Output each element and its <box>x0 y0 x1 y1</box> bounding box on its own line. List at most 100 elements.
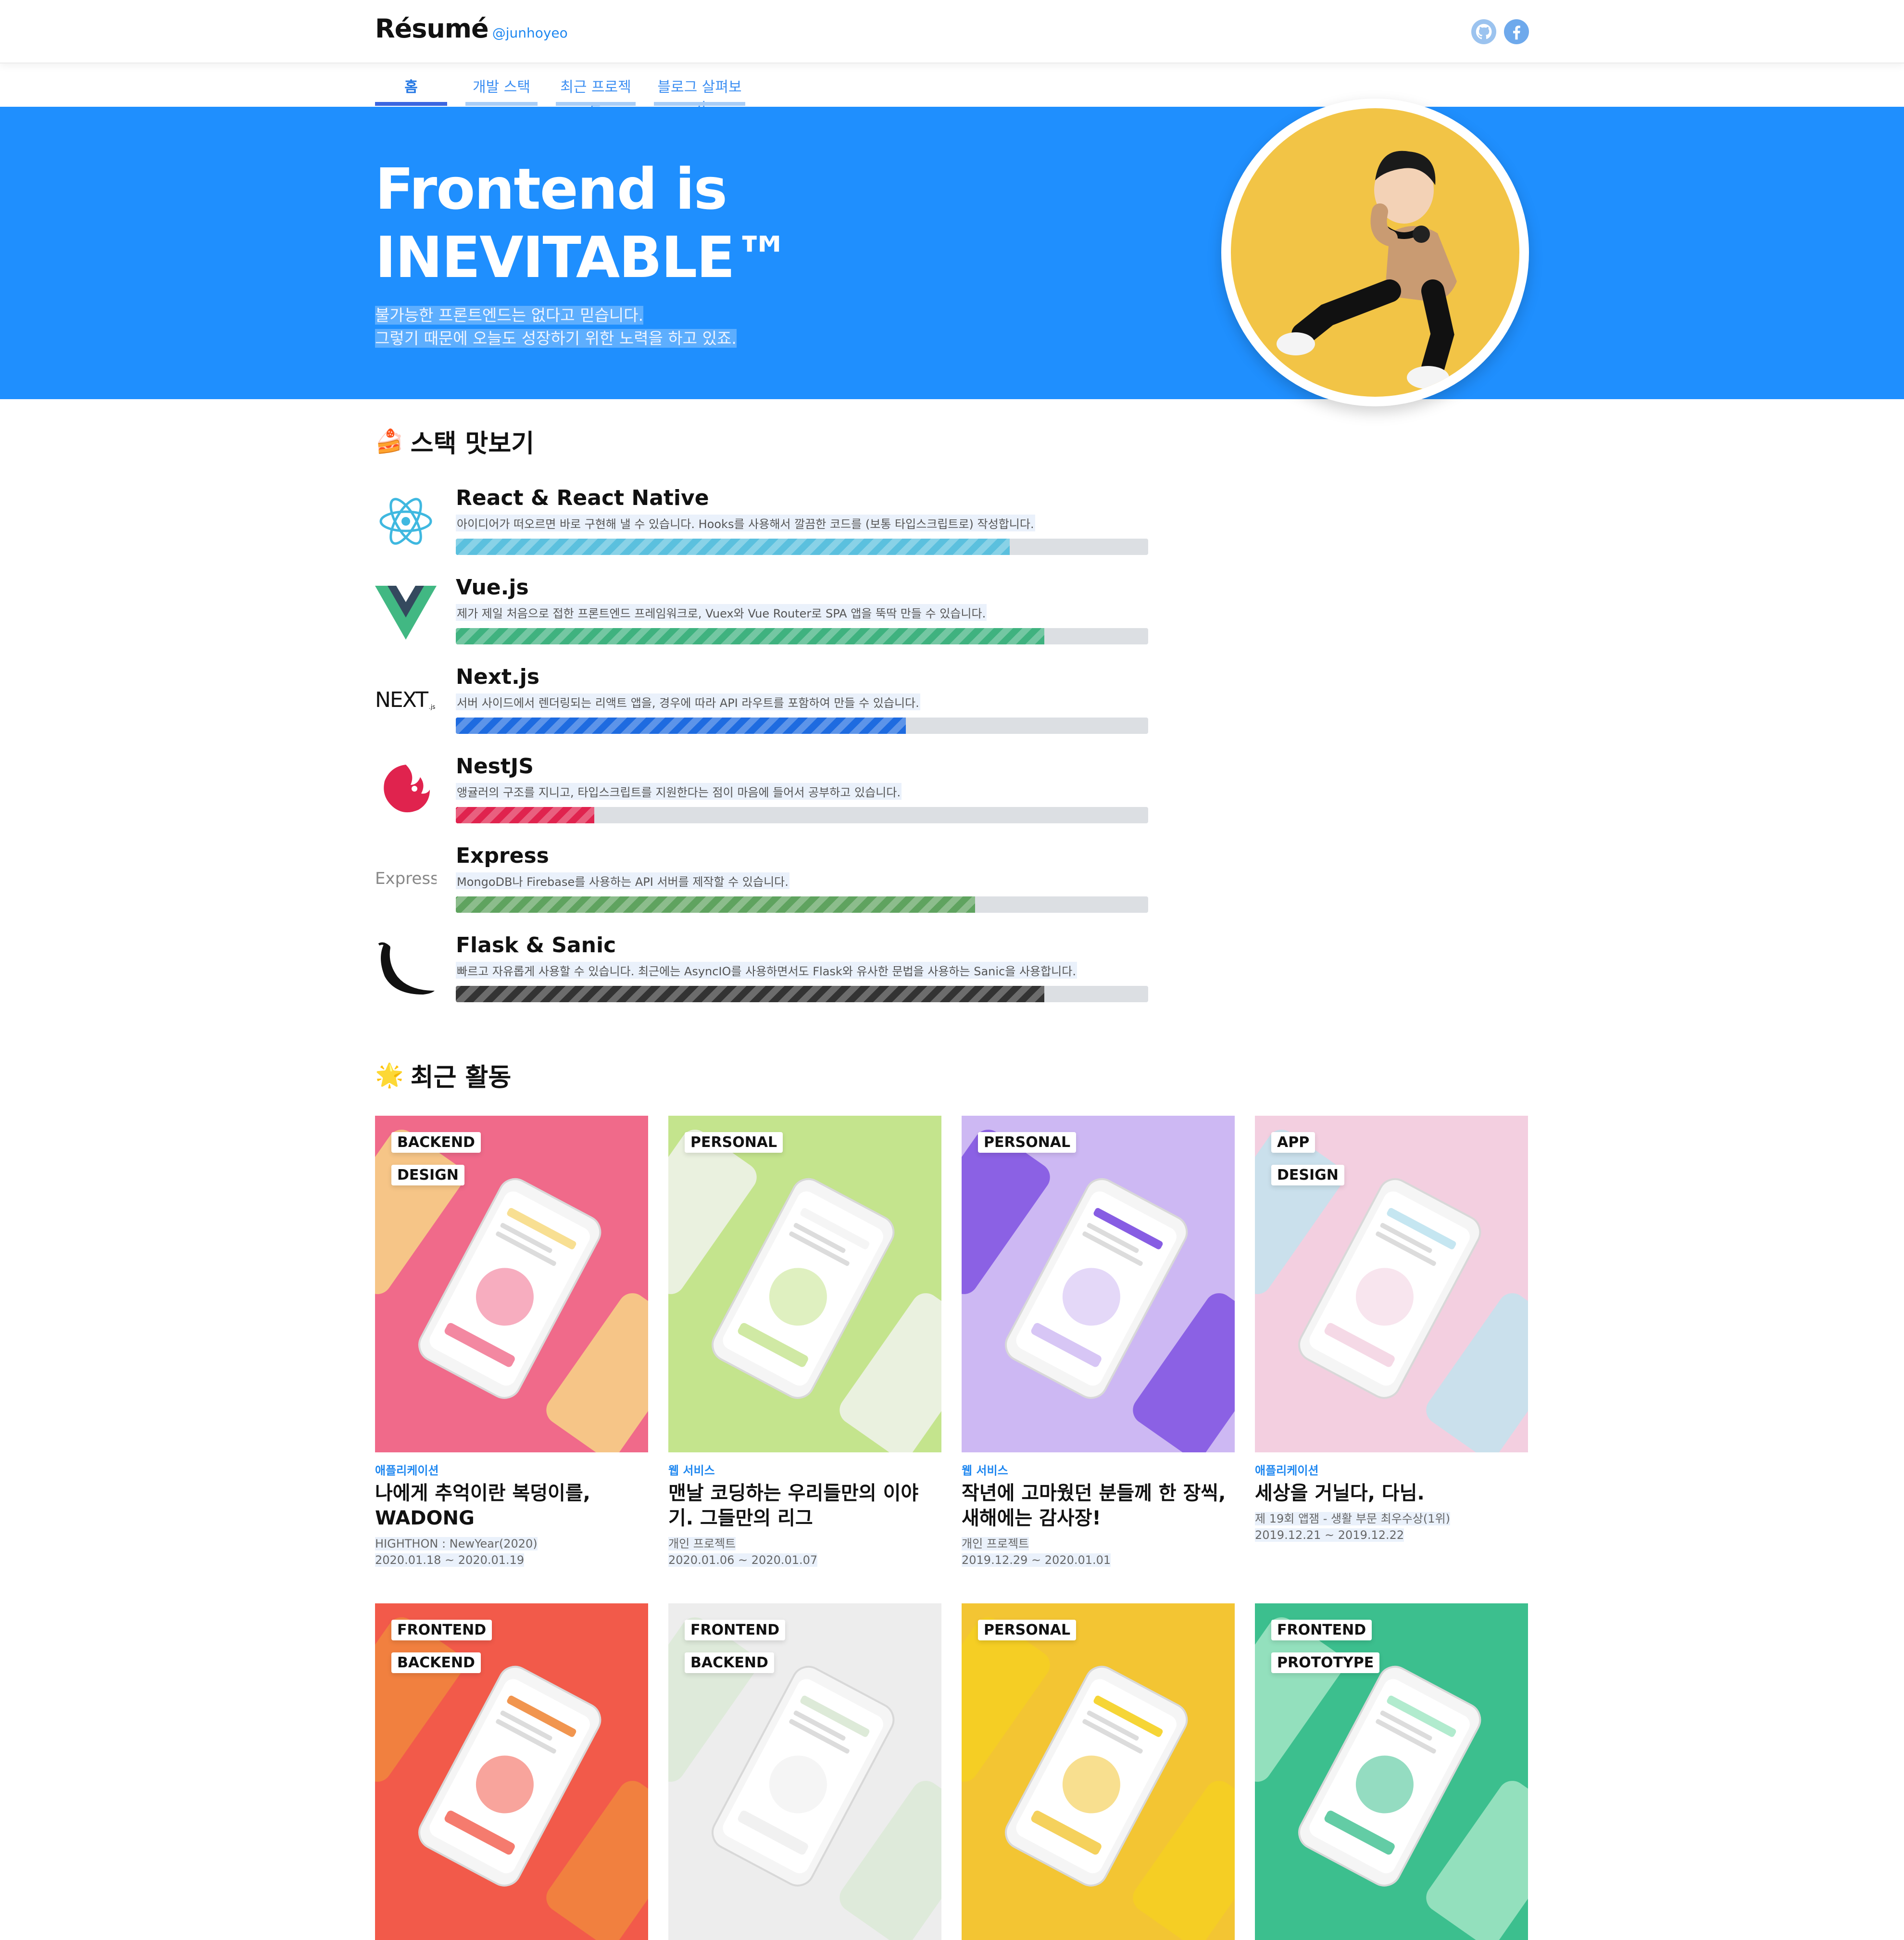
device-mockup <box>962 1617 1235 1940</box>
stack-item: Flask & Sanic 빠르고 자유롭게 사용할 수 있습니다. 최근에는 A… <box>375 933 1154 1015</box>
project-card[interactable]: PERSONAL <box>962 1603 1235 1940</box>
site-title[interactable]: Résumé <box>375 13 489 44</box>
project-card[interactable]: PERSONAL 웹 서비스작년에 고마웠던 분들께 한 장씩, 새해에는 감사장… <box>962 1116 1235 1568</box>
category-tag: BACKEND <box>391 1132 481 1153</box>
skill-progress-bar <box>456 896 1148 913</box>
skill-progress-fill <box>456 986 1044 1002</box>
project-card[interactable]: FRONTEND BACKEND <box>668 1603 941 1940</box>
project-thumbnail[interactable]: APP DESIGN <box>1255 1116 1528 1452</box>
hero-description: 불가능한 프론트엔드는 없다고 믿습니다. 그렇기 때문에 오늘도 성장하기 위… <box>375 304 737 350</box>
stack-name: Flask & Sanic <box>456 933 616 957</box>
project-category: 웹 서비스 <box>962 1464 1008 1477</box>
tab-indicator <box>375 102 447 106</box>
tab-bar: 홈 개발 스택 최근 프로젝트 블로그 살펴보기 <box>375 72 764 117</box>
express-logo: Express <box>375 848 437 910</box>
stack-name: Express <box>456 844 549 868</box>
project-card[interactable]: BACKEND DESIGN 애플리케이션 나에게 추억이란 복덩이를, WADONG… <box>375 1116 648 1568</box>
project-thumbnail[interactable]: PERSONAL <box>962 1116 1235 1452</box>
stack-item: React & React Native 아이디어가 떠오르면 바로 구현해 낼 … <box>375 486 1154 567</box>
project-date: 2019.12.29 ~ 2020.01.01 <box>962 1553 1111 1567</box>
tab-dev-stack[interactable]: 개발 스택 <box>465 72 538 106</box>
device-mockup <box>668 1130 941 1452</box>
project-thumbnail[interactable]: FRONTEND PROTOTYPE <box>1255 1603 1528 1940</box>
project-event: HIGHTHON : NewYear(2020) <box>375 1537 538 1550</box>
project-card[interactable]: FRONTEND PROTOTYPE <box>1255 1603 1528 1940</box>
category-tag: FRONTEND <box>685 1620 786 1640</box>
stack-description: MongoDB나 Firebase를 사용하는 API 서버를 제작할 수 있습… <box>456 872 789 889</box>
skill-progress-fill <box>456 896 975 913</box>
activity-section-title: 🌟 최근 활동 <box>375 1057 511 1093</box>
activity-section-heading: 최근 활동 <box>410 1063 512 1092</box>
stack-description: 빠르고 자유롭게 사용할 수 있습니다. 최근에는 AsyncIO를 사용하면서… <box>456 962 1077 979</box>
brand[interactable]: Résumé @junhoyeo <box>375 13 568 44</box>
star-icon: 🌟 <box>375 1062 404 1089</box>
project-title[interactable]: 나에게 추억이란 복덩이를, WADONG <box>375 1481 648 1531</box>
project-thumbnail[interactable]: PERSONAL <box>962 1603 1235 1940</box>
hero-title: Frontend is INEVITABLE™ <box>375 155 791 291</box>
project-title[interactable]: 작년에 고마웠던 분들께 한 장씩, 새해에는 감사장! <box>962 1481 1235 1531</box>
svg-text:Express: Express <box>375 869 437 888</box>
category-tag: APP <box>1271 1132 1315 1153</box>
project-card[interactable]: PERSONAL 웹 서비스맨날 코딩하는 우리들만의 이야기. 그들만의 리그개… <box>668 1116 941 1568</box>
category-tag: PERSONAL <box>978 1620 1077 1640</box>
avatar-illustration <box>1277 151 1457 389</box>
project-meta: 제 19회 앱잼 - 생활 부문 최우수상(1위) 2019.12.21 ~ 20… <box>1255 1511 1528 1543</box>
project-thumbnail[interactable]: FRONTEND BACKEND <box>668 1603 941 1940</box>
skill-progress-bar <box>456 718 1148 734</box>
project-meta: 개인 프로젝트 2020.01.06 ~ 2020.01.07 <box>668 1536 941 1568</box>
tab-home[interactable]: 홈 <box>375 72 447 106</box>
device-mockup <box>962 1130 1235 1452</box>
hero-desc-line1: 불가능한 프론트엔드는 없다고 믿습니다. <box>375 306 644 325</box>
category-tag: PERSONAL <box>978 1132 1077 1153</box>
project-date: 2019.12.21 ~ 2019.12.22 <box>1255 1528 1404 1542</box>
category-tag: DESIGN <box>1271 1165 1344 1185</box>
project-event: 개인 프로젝트 <box>962 1537 1029 1550</box>
project-thumbnail[interactable]: BACKEND DESIGN <box>375 1116 648 1452</box>
skill-progress-fill <box>456 539 1010 555</box>
stack-description: 아이디어가 떠오르면 바로 구현해 낼 수 있습니다. Hooks를 사용해서 … <box>456 515 1035 531</box>
stack-item: Vue.js 제가 제일 처음으로 접한 프론트엔드 프레임워크로, Vuex와 … <box>375 575 1154 657</box>
category-tag: PERSONAL <box>685 1132 783 1153</box>
stack-name: Vue.js <box>456 575 529 600</box>
project-title[interactable]: 맨날 코딩하는 우리들만의 이야기. 그들만의 리그 <box>668 1481 941 1531</box>
skill-progress-bar <box>456 807 1148 823</box>
project-thumbnail[interactable]: FRONTEND BACKEND <box>375 1603 648 1940</box>
project-thumbnail[interactable]: PERSONAL <box>668 1116 941 1452</box>
category-tag: BACKEND <box>685 1652 774 1673</box>
project-title[interactable]: 세상을 거닐다, 다님. <box>1255 1481 1528 1506</box>
category-tag: PROTOTYPE <box>1271 1652 1380 1673</box>
hero-title-line2: INEVITABLE™ <box>375 224 791 290</box>
tab-blog[interactable]: 블로그 살펴보기 <box>654 72 745 117</box>
profile-avatar <box>1221 99 1529 406</box>
hero-desc-line2: 그렇기 때문에 오늘도 성장하기 위한 노력을 하고 있죠. <box>375 329 737 348</box>
category-tag: DESIGN <box>391 1165 464 1185</box>
nest-logo <box>375 759 437 820</box>
facebook-icon[interactable] <box>1504 19 1529 44</box>
stack-description: 서버 사이드에서 렌더링되는 리액트 앱을, 경우에 따라 API 라우트를 포… <box>456 693 920 710</box>
skill-progress-bar <box>456 986 1148 1002</box>
hero-banner: Frontend is INEVITABLE™ 불가능한 프론트엔드는 없다고 … <box>0 107 1904 399</box>
project-meta: HIGHTHON : NewYear(2020) 2020.01.18 ~ 202… <box>375 1536 648 1568</box>
tab-underline <box>465 102 538 106</box>
project-category: 웹 서비스 <box>668 1464 715 1477</box>
github-icon[interactable] <box>1471 19 1496 44</box>
stack-item: NestJS 앵귤러의 구조를 지니고, 타입스크립트를 지원한다는 점이 마음에… <box>375 754 1154 836</box>
stack-name: NestJS <box>456 754 534 779</box>
stack-item: Express Express MongoDB나 Firebase를 사용하는 AP… <box>375 844 1154 925</box>
tab-underline <box>654 102 745 106</box>
stack-section-heading: 스택 맛보기 <box>410 429 535 458</box>
github-handle-link[interactable]: @junhoyeo <box>492 25 568 41</box>
category-tag: FRONTEND <box>391 1620 492 1640</box>
tab-dev-stack-label: 개발 스택 <box>473 79 530 96</box>
project-card[interactable]: FRONTEND BACKEND <box>375 1603 648 1940</box>
project-event: 개인 프로젝트 <box>668 1537 736 1550</box>
cake-icon: 🍰 <box>375 428 404 455</box>
next-logo: NEXT .js <box>375 669 437 731</box>
stack-description: 앵귤러의 구조를 지니고, 타입스크립트를 지원한다는 점이 마음에 들어서 공… <box>456 783 902 800</box>
project-card[interactable]: APP DESIGN 애플리케이션 세상을 거닐다, 다님. 제 19회 앱잼 - 생활… <box>1255 1116 1528 1543</box>
tab-underline <box>556 102 636 106</box>
skill-progress-fill <box>456 628 1044 644</box>
tab-recent-projects[interactable]: 최근 프로젝트 <box>556 72 636 117</box>
stack-description: 제가 제일 처음으로 접한 프론트엔드 프레임워크로, Vuex와 Vue Ro… <box>456 604 987 621</box>
skill-progress-fill <box>456 718 906 734</box>
